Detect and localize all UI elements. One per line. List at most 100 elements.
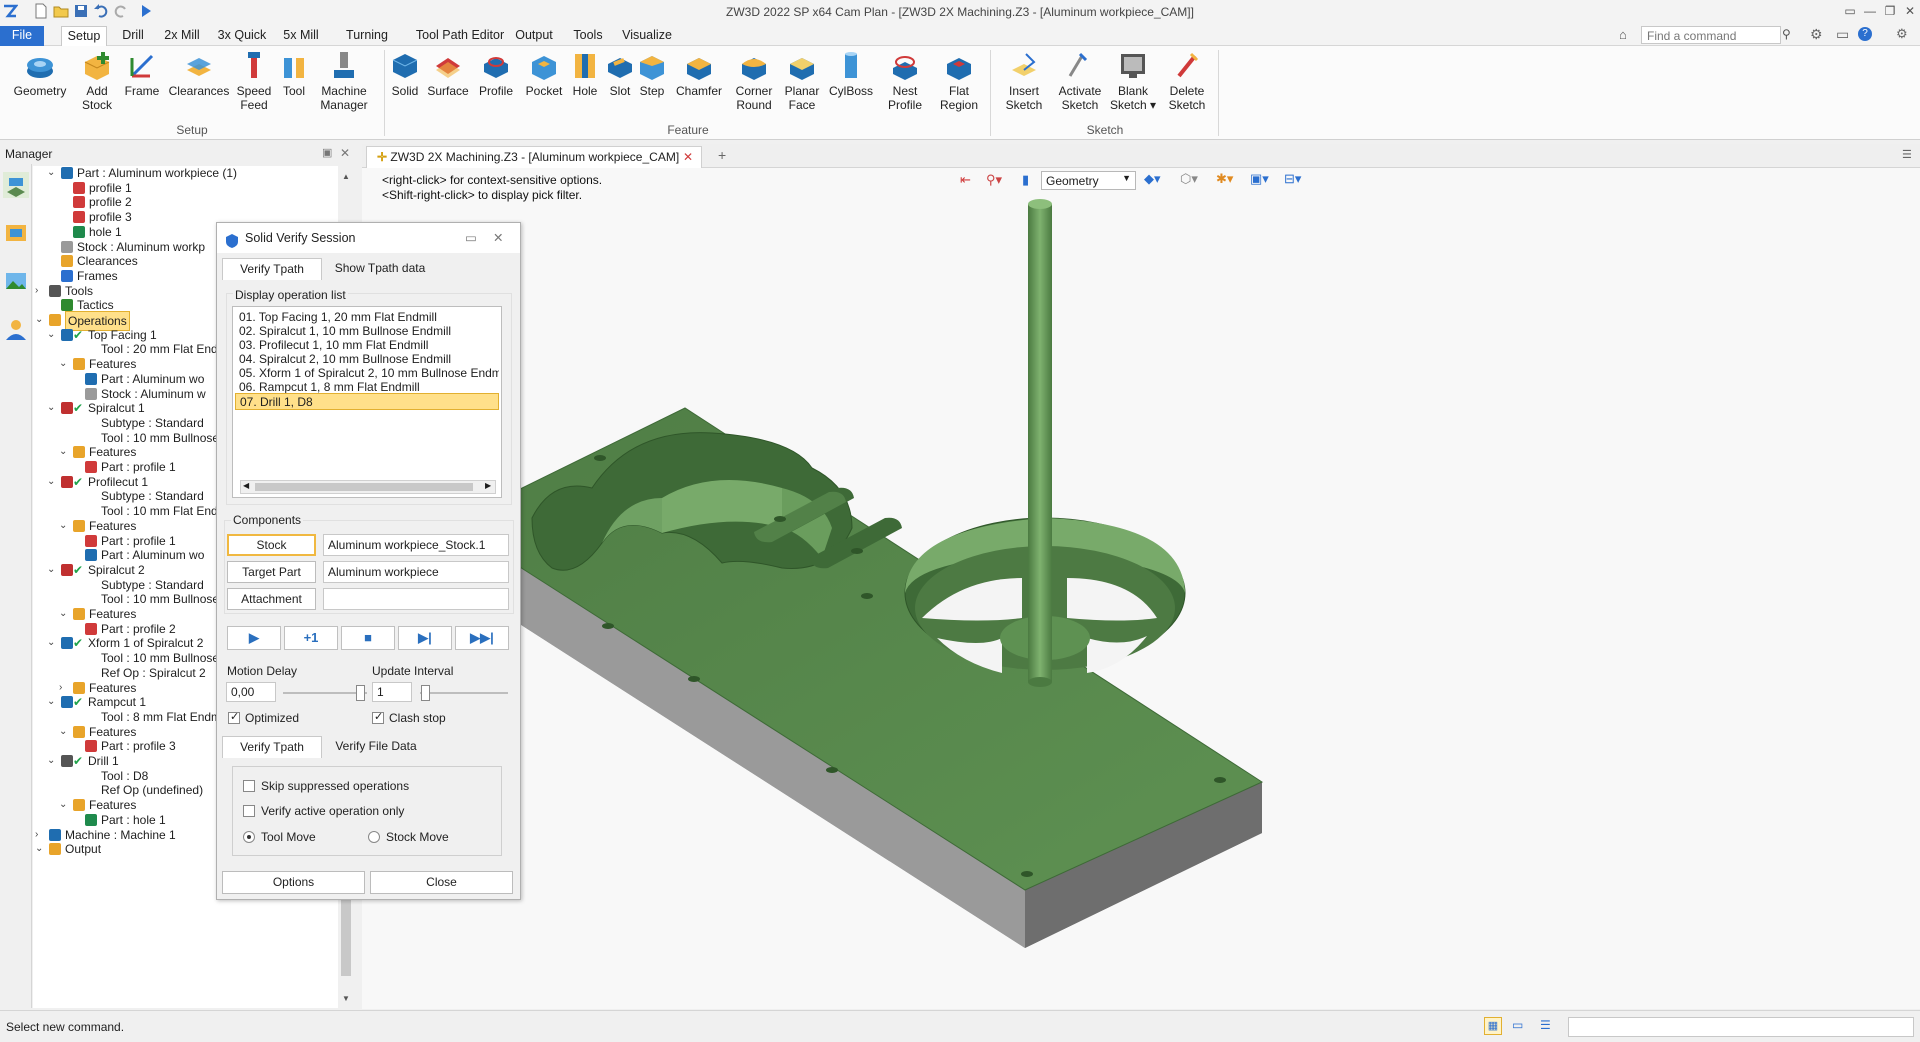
- flat-region-button[interactable]: Flat Region: [934, 50, 984, 112]
- expand-icon[interactable]: ⌄: [59, 723, 71, 741]
- stop-button[interactable]: ■: [341, 626, 395, 650]
- expand-icon[interactable]: ⌄: [47, 399, 59, 417]
- tab-3x-quick[interactable]: 3x Quick: [214, 26, 270, 46]
- update-interval-input[interactable]: 1: [372, 682, 412, 702]
- history-tab-icon[interactable]: [3, 172, 29, 198]
- expand-icon[interactable]: ⌄: [47, 326, 59, 344]
- expand-icon[interactable]: ⌄: [47, 561, 59, 579]
- hole-button[interactable]: Hole: [568, 50, 602, 98]
- tab-menu-icon[interactable]: ☰: [1902, 148, 1912, 161]
- status-layout-icon[interactable]: ▦: [1484, 1017, 1502, 1035]
- speed-feed-button[interactable]: Speed Feed: [234, 50, 274, 112]
- profile-button[interactable]: Profile: [474, 50, 518, 98]
- operation-list-item[interactable]: 07. Drill 1, D8: [235, 393, 499, 410]
- scroll-left-icon[interactable]: ◀: [243, 481, 249, 490]
- tab-verify-file-data[interactable]: Verify File Data: [326, 736, 426, 758]
- status-input-field[interactable]: [1568, 1017, 1914, 1037]
- tab-output[interactable]: Output: [509, 26, 559, 46]
- dialog-pin-icon[interactable]: ▭: [465, 223, 477, 253]
- optimized-checkbox[interactable]: [228, 710, 240, 724]
- planar-face-button[interactable]: Planar Face: [780, 50, 824, 112]
- tab-visualize[interactable]: Visualize: [620, 26, 674, 46]
- close-button[interactable]: Close: [370, 871, 513, 894]
- scroll-right-icon[interactable]: ▶: [485, 481, 491, 490]
- expand-icon[interactable]: ⌄: [35, 840, 47, 858]
- machine-manager-button[interactable]: Machine Manager: [314, 50, 374, 112]
- tab-verify-tpath[interactable]: Verify Tpath: [222, 258, 322, 280]
- close-window-icon[interactable]: ✕: [1902, 3, 1918, 19]
- status-list-icon[interactable]: ☰: [1540, 1018, 1551, 1032]
- tab-tools[interactable]: Tools: [570, 26, 606, 46]
- h-scroll-thumb[interactable]: [255, 483, 473, 491]
- update-interval-slider-track[interactable]: [420, 692, 508, 694]
- settings-dropdown-icon[interactable]: ⚙: [1896, 26, 1908, 42]
- tab-verify-tpath-options[interactable]: Verify Tpath: [222, 736, 322, 758]
- skip-suppressed-checkbox[interactable]: [243, 780, 255, 792]
- pocket-button[interactable]: Pocket: [520, 50, 568, 98]
- next-op-button[interactable]: ▶|: [398, 626, 452, 650]
- tab-drill[interactable]: Drill: [115, 26, 151, 46]
- frame-button[interactable]: Frame: [120, 50, 164, 98]
- motion-delay-slider-track[interactable]: [283, 692, 367, 694]
- tab-turning[interactable]: Turning: [342, 26, 392, 46]
- surface-button[interactable]: Surface: [424, 50, 472, 98]
- delete-sketch-button[interactable]: Delete Sketch: [1160, 50, 1214, 112]
- scroll-down-icon[interactable]: ▼: [342, 994, 350, 1003]
- assembly-tab-icon[interactable]: [3, 220, 29, 246]
- cylboss-button[interactable]: CylBoss: [826, 50, 876, 98]
- maximize-icon[interactable]: ❐: [1882, 3, 1898, 19]
- expand-icon[interactable]: ⌄: [47, 473, 59, 491]
- new-tab-icon[interactable]: +: [718, 147, 726, 163]
- workpiece-model[interactable]: [362, 168, 1920, 1009]
- document-tab[interactable]: ✛ ZW3D 2X Machining.Z3 - [Aluminum workp…: [366, 146, 702, 168]
- tab-2x-mill[interactable]: 2x Mill: [159, 26, 205, 46]
- restore-ribbon-icon[interactable]: ▭: [1842, 3, 1858, 19]
- attachment-field[interactable]: [323, 588, 509, 610]
- tool-button[interactable]: Tool: [276, 50, 312, 98]
- minimize-icon[interactable]: —: [1862, 3, 1878, 19]
- command-search-input[interactable]: Find a command: [1641, 26, 1781, 44]
- stock-move-radio[interactable]: [368, 831, 380, 843]
- motion-delay-input[interactable]: 0,00: [226, 682, 276, 702]
- expand-icon[interactable]: ⌄: [59, 605, 71, 623]
- close-panel-icon[interactable]: ✕: [340, 146, 350, 160]
- close-tab-icon[interactable]: ✕: [683, 147, 693, 167]
- stock-field[interactable]: Aluminum workpiece_Stock.1: [323, 534, 509, 556]
- step-button[interactable]: Step: [636, 50, 668, 98]
- clash-stop-checkbox[interactable]: [372, 710, 384, 724]
- options-button[interactable]: Options: [222, 871, 365, 894]
- expand-icon[interactable]: ⌄: [59, 517, 71, 535]
- image-tab-icon[interactable]: [3, 268, 29, 294]
- blank-sketch-button[interactable]: Blank Sketch ▾: [1108, 50, 1158, 112]
- expand-icon[interactable]: ⌄: [47, 752, 59, 770]
- attachment-button[interactable]: Attachment: [227, 588, 316, 610]
- target-part-field[interactable]: Aluminum workpiece: [323, 561, 509, 583]
- file-menu[interactable]: File: [0, 26, 44, 46]
- activate-sketch-button[interactable]: Activate Sketch: [1052, 50, 1108, 112]
- expand-icon[interactable]: ⌄: [59, 443, 71, 461]
- tab-tool-path-editor[interactable]: Tool Path Editor: [405, 26, 515, 46]
- corner-round-button[interactable]: Corner Round: [730, 50, 778, 112]
- expand-icon[interactable]: ⌄: [59, 355, 71, 373]
- collapse-icon[interactable]: ›: [35, 282, 47, 300]
- expand-icon[interactable]: ⌄: [35, 311, 47, 329]
- tab-5x-mill[interactable]: 5x Mill: [279, 26, 323, 46]
- motion-delay-slider-thumb[interactable]: [356, 685, 365, 701]
- operation-list[interactable]: 01. Top Facing 1, 20 mm Flat Endmill 02. …: [232, 306, 502, 498]
- tab-show-tpath-data[interactable]: Show Tpath data: [326, 258, 434, 280]
- expand-icon[interactable]: ⌄: [47, 693, 59, 711]
- search-icon[interactable]: ⚲: [1782, 27, 1791, 41]
- scroll-thumb[interactable]: [341, 896, 351, 976]
- update-interval-slider-thumb[interactable]: [421, 685, 430, 701]
- skip-to-end-button[interactable]: ▶▶|: [455, 626, 509, 650]
- expand-icon[interactable]: ⌄: [59, 796, 71, 814]
- status-display-icon[interactable]: ▭: [1512, 1018, 1523, 1032]
- scroll-up-icon[interactable]: ▲: [342, 172, 350, 181]
- stock-button[interactable]: Stock: [227, 534, 316, 556]
- expand-icon[interactable]: ⌄: [47, 166, 59, 182]
- dialog-close-icon[interactable]: ✕: [493, 223, 503, 253]
- clearances-button[interactable]: Clearances: [166, 50, 232, 98]
- operation-list-scrollbar[interactable]: ◀ ▶: [240, 480, 496, 494]
- solid-button[interactable]: Solid: [388, 50, 422, 98]
- slot-button[interactable]: Slot: [604, 50, 636, 98]
